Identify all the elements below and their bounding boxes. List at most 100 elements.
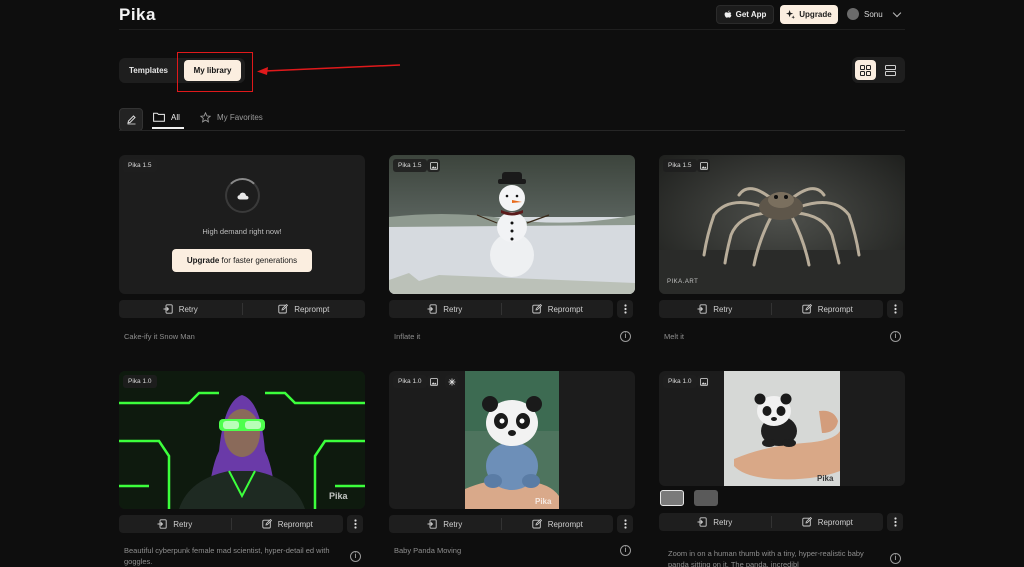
video-thumbnail[interactable]: Pika 1.0 Pika [389, 371, 635, 509]
panda-thumb-image [724, 371, 840, 486]
reprompt-label: Reprompt [547, 519, 583, 529]
active-filter-indicator [152, 127, 184, 129]
retry-label: Retry [713, 304, 733, 314]
edit-icon [532, 304, 542, 314]
info-icon[interactable]: i [890, 553, 901, 564]
retry-label: Retry [173, 519, 193, 529]
avatar [847, 8, 859, 20]
retry-button[interactable]: Retry [659, 513, 771, 531]
more-vertical-icon [353, 519, 357, 529]
card-actions: Retry Reprompt [119, 300, 365, 318]
tab-templates[interactable]: Templates [129, 66, 168, 75]
info-icon[interactable]: i [620, 331, 631, 342]
upgrade-faster-button[interactable]: Upgrade for faster generations [172, 249, 312, 272]
video-thumbnail[interactable]: Pika 1.0 Pika [119, 371, 365, 509]
grid-view-button[interactable] [855, 60, 876, 80]
more-options-button[interactable] [887, 300, 903, 318]
reprompt-button[interactable]: Reprompt [243, 300, 366, 318]
filter-my-favorites[interactable]: My Favorites [200, 112, 263, 123]
retry-icon [697, 304, 707, 314]
retry-button[interactable]: Retry [389, 515, 501, 533]
list-view-button[interactable] [880, 60, 901, 80]
filter-all[interactable]: All [153, 112, 180, 122]
image-icon [697, 375, 710, 388]
version-badge: Pika 1.5 [393, 159, 427, 172]
top-header: Pika Get App Upgrade Sonu [0, 0, 1024, 30]
reprompt-label: Reprompt [817, 517, 853, 527]
reprompt-button[interactable]: Reprompt [772, 300, 884, 318]
more-options-button[interactable] [887, 513, 903, 531]
variant-thumbnail-2[interactable] [694, 490, 718, 506]
retry-icon [157, 519, 167, 529]
pika-logo[interactable]: Pika [119, 5, 156, 25]
retry-icon [427, 519, 437, 529]
reprompt-button[interactable]: Reprompt [502, 515, 614, 533]
grid-icon [860, 64, 871, 76]
retry-label: Retry [443, 304, 463, 314]
video-thumbnail[interactable]: Pika 1.0 Pika [659, 371, 905, 486]
retry-button[interactable]: Retry [659, 300, 771, 318]
card-prompt: Zoom in on a human thumb with a tiny, hy… [668, 549, 864, 567]
more-vertical-icon [623, 304, 627, 314]
info-icon[interactable]: i [620, 545, 631, 556]
edit-icon [802, 304, 812, 314]
card-actions: Retry Reprompt [389, 515, 613, 533]
upgrade-button[interactable]: Upgrade [780, 5, 838, 24]
more-options-button[interactable] [347, 515, 363, 533]
watermark: PIKA.ART [667, 279, 699, 285]
filter-all-label: All [171, 112, 180, 122]
loading-spinner [225, 178, 260, 213]
card-actions: Retry Reprompt [119, 515, 343, 533]
version-badge: Pika 1.5 [123, 159, 157, 172]
cyberpunk-image [119, 371, 365, 509]
reprompt-label: Reprompt [817, 304, 853, 314]
info-icon[interactable]: i [350, 551, 361, 562]
retry-button[interactable]: Retry [389, 300, 501, 318]
snowman-image [389, 155, 635, 294]
chevron-down-icon [892, 8, 901, 17]
header-divider [119, 29, 905, 30]
card-prompt: Melt it [664, 332, 685, 341]
video-thumbnail[interactable]: Pika 1.5 PIKA.ART [659, 155, 905, 294]
reprompt-label: Reprompt [294, 304, 330, 314]
get-app-button[interactable]: Get App [716, 5, 774, 24]
edit-icon [802, 517, 812, 527]
card-actions: Retry Reprompt [659, 300, 883, 318]
retry-button[interactable]: Retry [119, 300, 242, 318]
edit-button[interactable] [119, 108, 143, 131]
image-icon [427, 159, 440, 172]
upgrade-label: Upgrade [799, 10, 832, 19]
pencil-icon [126, 115, 136, 125]
reprompt-button[interactable]: Reprompt [772, 513, 884, 531]
panda-image [465, 371, 559, 509]
reprompt-label: Reprompt [277, 519, 313, 529]
reprompt-button[interactable]: Reprompt [502, 300, 614, 318]
image-icon [697, 159, 710, 172]
version-badge: Pika 1.0 [123, 375, 157, 388]
star-icon [200, 112, 211, 123]
retry-label: Retry [178, 304, 198, 314]
more-vertical-icon [893, 517, 897, 527]
user-menu[interactable]: Sonu [847, 8, 901, 20]
version-badge: Pika 1.0 [393, 375, 427, 388]
version-badge: Pika 1.0 [663, 375, 697, 388]
spider-image [659, 155, 905, 294]
reprompt-button[interactable]: Reprompt [232, 515, 344, 533]
image-icon [427, 375, 440, 388]
variant-thumbnail-1[interactable] [660, 490, 684, 506]
video-thumbnail[interactable]: Pika 1.5 High demand right now! Upgrade … [119, 155, 365, 294]
get-app-label: Get App [735, 10, 767, 19]
video-thumbnail[interactable]: Pika 1.5 [389, 155, 635, 294]
card-actions: Retry Reprompt [389, 300, 613, 318]
annotation-highlight-box [177, 52, 253, 92]
card-actions: Retry Reprompt [659, 513, 883, 531]
info-icon[interactable]: i [890, 331, 901, 342]
more-vertical-icon [893, 304, 897, 314]
more-options-button[interactable] [617, 300, 633, 318]
watermark: Pika [535, 497, 552, 506]
edit-icon [532, 519, 542, 529]
annotation-arrow [257, 64, 401, 75]
card-prompt: Baby Panda Moving [394, 546, 462, 555]
more-options-button[interactable] [617, 515, 633, 533]
retry-button[interactable]: Retry [119, 515, 231, 533]
